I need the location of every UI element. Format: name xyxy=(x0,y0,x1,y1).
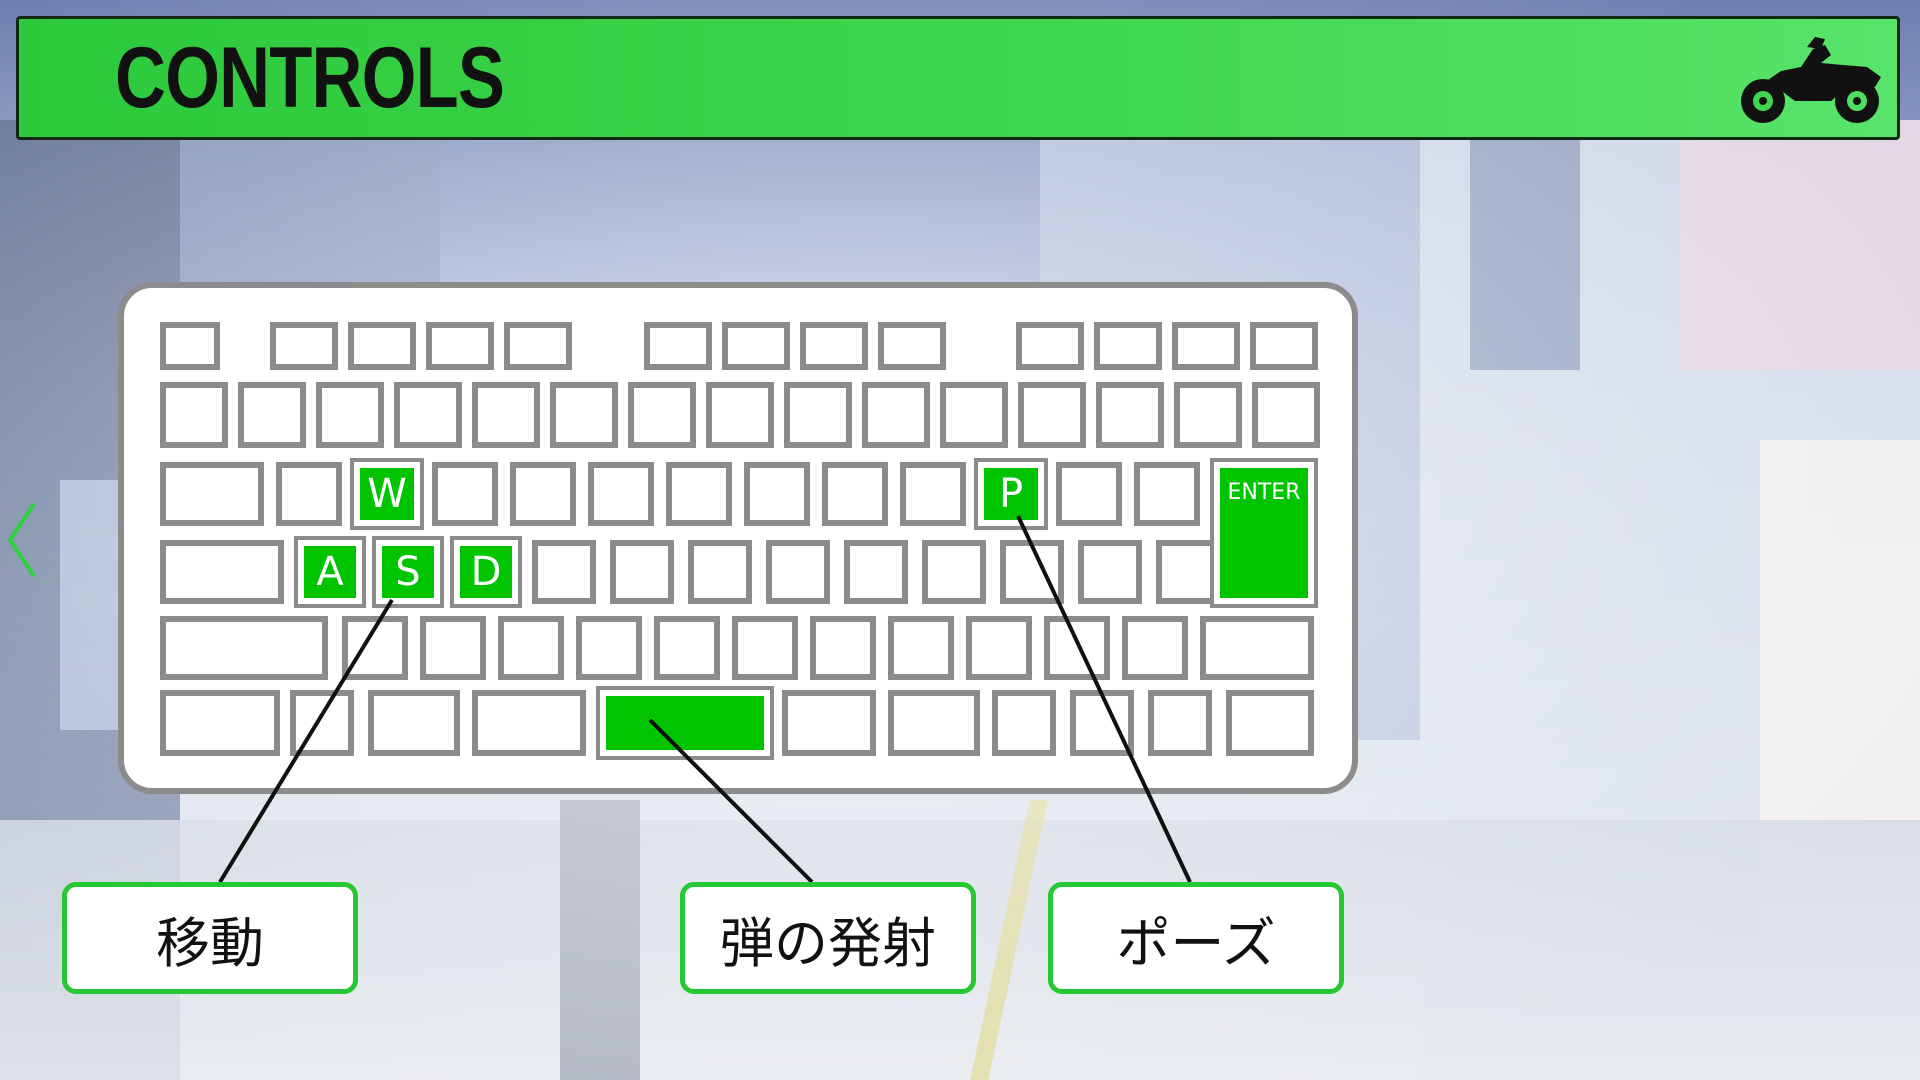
pause-label: ポーズ xyxy=(1048,882,1344,994)
keyboard-key xyxy=(822,462,888,526)
keyboard-key xyxy=(800,322,868,370)
keyboard-key xyxy=(888,690,980,756)
keyboard-key xyxy=(844,540,908,604)
keyboard-key xyxy=(810,616,876,680)
keyboard-key xyxy=(966,616,1032,680)
key-space xyxy=(596,686,774,760)
key-enter-label: ENTER xyxy=(1227,480,1301,505)
key-a: A xyxy=(294,536,366,608)
key-d: D xyxy=(450,536,522,608)
keyboard-key xyxy=(1250,322,1318,370)
keyboard-key xyxy=(270,322,338,370)
keyboard-key xyxy=(940,382,1008,448)
keyboard-key xyxy=(472,690,586,756)
keyboard-key xyxy=(1172,322,1240,370)
fire-label: 弾の発射 xyxy=(680,882,976,994)
keyboard-key xyxy=(342,616,408,680)
header-bar: CONTROLS xyxy=(16,16,1900,140)
chevron-left-icon[interactable] xyxy=(4,500,40,580)
keyboard-key xyxy=(654,616,720,680)
keyboard-key xyxy=(744,462,810,526)
keyboard-key xyxy=(1174,382,1242,448)
keyboard-key xyxy=(1016,322,1084,370)
key-d-label: D xyxy=(470,549,502,595)
keyboard-key xyxy=(782,690,876,756)
keyboard-key xyxy=(1252,382,1320,448)
keyboard-key xyxy=(666,462,732,526)
keyboard-diagram: W P A S D ENTER xyxy=(118,282,1358,794)
keyboard-key xyxy=(1044,616,1110,680)
keyboard-key xyxy=(732,616,798,680)
keyboard-key xyxy=(706,382,774,448)
keyboard-key xyxy=(1056,462,1122,526)
keyboard-key xyxy=(1156,540,1220,604)
keyboard-key xyxy=(316,382,384,448)
keyboard-key xyxy=(1200,616,1314,680)
keyboard-key xyxy=(722,322,790,370)
keyboard-key xyxy=(862,382,930,448)
keyboard-key xyxy=(1078,540,1142,604)
keyboard-key xyxy=(504,322,572,370)
keyboard-key xyxy=(1070,690,1134,756)
keyboard-key xyxy=(498,616,564,680)
key-enter: ENTER xyxy=(1210,458,1318,608)
keyboard-key xyxy=(368,690,460,756)
keyboard-key xyxy=(160,540,284,604)
keyboard-key xyxy=(276,462,342,526)
keyboard-key xyxy=(922,540,986,604)
keyboard-key xyxy=(432,462,498,526)
key-p-label: P xyxy=(998,471,1024,517)
keyboard-key xyxy=(160,322,220,370)
keyboard-key xyxy=(1122,616,1188,680)
keyboard-key xyxy=(290,690,354,756)
key-s-label: S xyxy=(395,549,421,595)
keyboard-key xyxy=(784,382,852,448)
keyboard-key xyxy=(348,322,416,370)
keyboard-key xyxy=(426,322,494,370)
keyboard-key xyxy=(888,616,954,680)
keyboard-key xyxy=(1134,462,1200,526)
keyboard-key xyxy=(576,616,642,680)
key-a-label: A xyxy=(316,549,344,595)
keyboard-key xyxy=(1226,690,1314,756)
keyboard-key xyxy=(628,382,696,448)
keyboard-key xyxy=(588,462,654,526)
keyboard-key xyxy=(992,690,1056,756)
keyboard-key xyxy=(160,616,328,680)
keyboard-key xyxy=(238,382,306,448)
keyboard-key xyxy=(688,540,752,604)
keyboard-key xyxy=(160,462,264,526)
keyboard-key xyxy=(550,382,618,448)
motorcycle-icon xyxy=(1741,37,1881,123)
keyboard-key xyxy=(1094,322,1162,370)
keyboard-key xyxy=(394,382,462,448)
key-w: W xyxy=(350,458,424,530)
keyboard-key xyxy=(160,690,280,756)
keyboard-key xyxy=(472,382,540,448)
keyboard-key xyxy=(610,540,674,604)
keyboard-key xyxy=(160,382,228,448)
keyboard-key xyxy=(1148,690,1212,756)
keyboard-key xyxy=(900,462,966,526)
keyboard-key xyxy=(510,462,576,526)
key-s: S xyxy=(372,536,444,608)
keyboard-key xyxy=(644,322,712,370)
keyboard-key xyxy=(420,616,486,680)
keyboard-key xyxy=(878,322,946,370)
keyboard-key xyxy=(532,540,596,604)
keyboard-key xyxy=(1000,540,1064,604)
keyboard-key xyxy=(1096,382,1164,448)
page-title: CONTROLS xyxy=(115,30,505,126)
keyboard-key xyxy=(766,540,830,604)
key-w-label: W xyxy=(367,471,407,517)
keyboard-key xyxy=(1018,382,1086,448)
move-label: 移動 xyxy=(62,882,358,994)
key-p: P xyxy=(974,458,1048,530)
